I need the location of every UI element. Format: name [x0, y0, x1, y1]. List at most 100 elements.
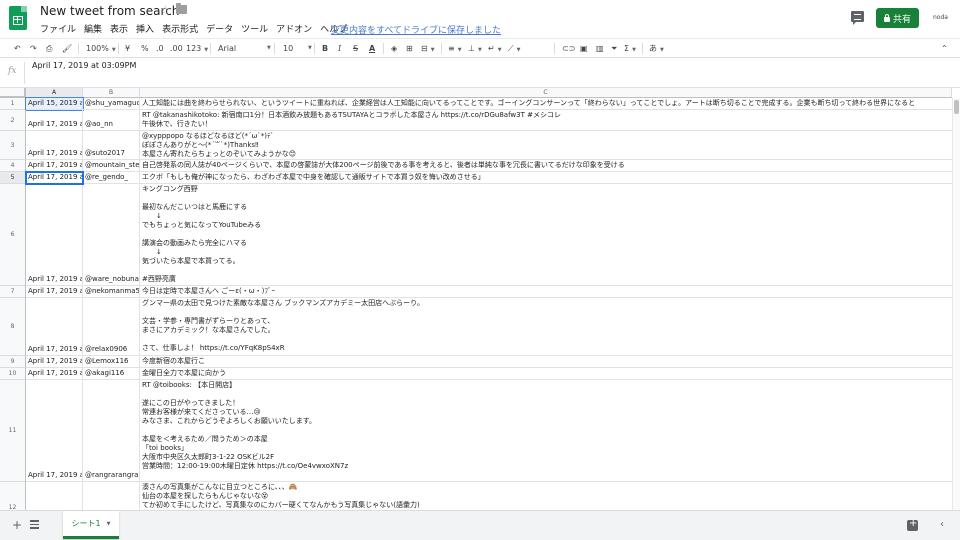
cell-tweet[interactable]: 今度新宿の本屋行こ: [140, 356, 952, 368]
cell-user[interactable]: @ao_nn: [83, 110, 140, 131]
cell-user[interactable]: @ware_nobunaga: [83, 184, 140, 286]
cell-tweet[interactable]: 自己啓発系の同人誌が40ページくらいで、本屋の啓蒙誌が大体200ページ前後である…: [140, 160, 952, 172]
cell-tweet[interactable]: 金曜日全力で本屋に向かう: [140, 368, 952, 380]
cell-date[interactable]: April 17, 2019 at: [26, 131, 83, 160]
row-header[interactable]: 1: [0, 98, 26, 110]
insert-comment-icon[interactable]: ▣: [580, 42, 588, 55]
cell-date[interactable]: April 17, 2019 at: [26, 482, 83, 510]
cell-date[interactable]: April 17, 2019 at: [26, 286, 83, 298]
folder-icon[interactable]: [176, 3, 187, 14]
vertical-align-icon[interactable]: ⊥ ▼: [468, 42, 482, 55]
cell-date[interactable]: April 17, 2019 at: [26, 184, 83, 286]
redo-icon[interactable]: ↷: [30, 42, 37, 55]
chevron-left-icon[interactable]: ‹: [940, 519, 944, 530]
collapse-toolbar-icon[interactable]: ⌃: [941, 42, 948, 55]
menu-edit[interactable]: 編集: [84, 22, 107, 35]
text-color-button[interactable]: A: [369, 42, 375, 55]
text-rotation-icon[interactable]: ⟋ ▼: [508, 42, 520, 55]
increase-decimal-button[interactable]: .00: [170, 42, 183, 55]
more-formats-select[interactable]: 123 ▼: [186, 42, 208, 55]
account-name[interactable]: noda: [933, 14, 948, 21]
input-tools-button[interactable]: あ ▼: [649, 42, 664, 55]
cell-user[interactable]: @re_gendo_: [83, 172, 140, 184]
cell-user[interactable]: @shu_yamaguchi: [83, 98, 140, 110]
bold-button[interactable]: B: [322, 42, 328, 55]
row-header[interactable]: 7: [0, 286, 26, 298]
row-header[interactable]: 5: [0, 172, 26, 184]
cell-user[interactable]: @suto2017: [83, 131, 140, 160]
insert-link-icon[interactable]: ⊂⊃: [562, 42, 575, 55]
menu-addons[interactable]: アドオン: [276, 22, 317, 35]
row-header[interactable]: 10: [0, 368, 26, 380]
strikethrough-button[interactable]: S: [353, 42, 358, 55]
cell-tweet[interactable]: グンマー県の太田で見つけた素敵な本屋さん ブックマンズアカデミー太田店へぶらーり…: [140, 298, 952, 356]
horizontal-align-icon[interactable]: ≡ ▼: [448, 42, 462, 55]
cell-user[interactable]: @Lemox116: [83, 356, 140, 368]
cell-user[interactable]: @akagi116: [83, 368, 140, 380]
currency-format-button[interactable]: ¥: [125, 42, 130, 55]
vertical-scrollbar[interactable]: [952, 98, 960, 510]
undo-icon[interactable]: ↶: [14, 42, 21, 55]
cell-user[interactable]: @relax0906: [83, 298, 140, 356]
row-header[interactable]: 11: [0, 380, 26, 482]
font-family-select[interactable]: Arial ▼: [218, 42, 271, 55]
row-header[interactable]: 8: [0, 298, 26, 356]
row-header[interactable]: 4: [0, 160, 26, 172]
all-sheets-icon[interactable]: [30, 520, 39, 529]
cell-tweet[interactable]: キングコング西野 最初なんだこいつはと馬鹿にする ↓ でもちょっと気になってYouT…: [140, 184, 952, 286]
cell-tweet[interactable]: RT @takanashikotoko: 新宿南口1分！日本酒飲み放題もあるTS…: [140, 110, 952, 131]
cell-user[interactable]: @nekomanma55: [83, 286, 140, 298]
cell-tweet[interactable]: 湊さんの写真集がこんなに目立つところに、、、🙈 仙台の本屋を探したらもんじゃないな…: [140, 482, 952, 510]
share-button[interactable]: 共有: [876, 8, 919, 28]
sheets-logo-icon[interactable]: [9, 6, 27, 30]
menu-insert[interactable]: 挿入: [136, 22, 159, 35]
filter-icon[interactable]: ⏷: [611, 42, 617, 55]
menu-data[interactable]: データ: [206, 22, 238, 35]
save-status-link[interactable]: 変更内容をすべてドライブに保存しました: [331, 23, 501, 36]
spreadsheet-grid[interactable]: A B C 1April 15, 2019 at@shu_yamaguchi人工…: [0, 88, 960, 510]
menu-tools[interactable]: ツール: [241, 22, 273, 35]
menu-view[interactable]: 表示: [110, 22, 133, 35]
sheet-tab[interactable]: シート1 ▼: [63, 511, 119, 539]
add-sheet-icon[interactable]: +: [12, 519, 22, 531]
cell-tweet[interactable]: エクボ「もしも俺が神になったら、わざわざ本屋で中身を確認して通販サイトで本買う奴…: [140, 172, 952, 184]
font-size-select[interactable]: 10 ▼: [283, 42, 313, 55]
functions-button[interactable]: Σ ▼: [624, 42, 636, 55]
cell-date[interactable]: April 15, 2019 at: [25, 97, 84, 111]
cell-tweet[interactable]: 人工知能には曲を終わらせられない、というツイートに重ねれば、企業経営は人工知能に…: [140, 98, 952, 110]
row-header[interactable]: 2: [0, 110, 26, 131]
cell-tweet[interactable]: 今日は定時で本屋さんへ ごーε(・ω・)ﾌﾞｰ: [140, 286, 952, 298]
cell-user[interactable]: @TOG0507: [83, 482, 140, 510]
comment-history-icon[interactable]: [851, 11, 864, 25]
cell-user[interactable]: @mountain_stell: [83, 160, 140, 172]
borders-icon[interactable]: ⊞: [406, 42, 413, 55]
cell-tweet[interactable]: @xypppopo なるほどなるほど(*´ω`*)ﾃﾞ ぽぽさんありがと〜(*´꒳…: [140, 131, 952, 160]
print-icon[interactable]: ⎙: [46, 42, 52, 55]
cell-date[interactable]: April 17, 2019 at: [26, 110, 83, 131]
paint-format-icon[interactable]: 🖌: [62, 42, 72, 55]
cell-user[interactable]: @rangrarangra: [83, 380, 140, 482]
cell-tweet[interactable]: RT @toibooks: 【本日開店】 遂にこの日がやってきました！ 常連お客様が…: [140, 380, 952, 482]
menu-format[interactable]: 表示形式: [162, 22, 203, 35]
row-header[interactable]: 12: [0, 482, 26, 510]
cell-date[interactable]: April 17, 2019 at: [26, 160, 83, 172]
column-header-a[interactable]: A: [26, 88, 83, 98]
cell-date[interactable]: April 17, 2019 at: [26, 356, 83, 368]
cell-date[interactable]: April 17, 2019 at: [26, 368, 83, 380]
document-title[interactable]: New tweet from search: [40, 4, 179, 18]
star-icon[interactable]: ☆: [160, 3, 171, 17]
italic-button[interactable]: I: [338, 42, 341, 55]
formula-input[interactable]: April 17, 2019 at 03:09PM: [32, 61, 136, 70]
row-header[interactable]: 9: [0, 356, 26, 368]
column-header-b[interactable]: B: [83, 88, 140, 98]
insert-chart-icon[interactable]: ▥: [596, 42, 604, 55]
select-all-corner[interactable]: [0, 88, 26, 98]
percent-format-button[interactable]: %: [141, 42, 149, 55]
row-header[interactable]: 6: [0, 184, 26, 286]
merge-cells-icon[interactable]: ⊟ ▼: [421, 42, 435, 55]
cell-date[interactable]: April 17, 2019 at: [26, 380, 83, 482]
zoom-select[interactable]: 100% ▼: [86, 42, 116, 55]
cell-date[interactable]: April 17, 2019 at: [26, 298, 83, 356]
row-header[interactable]: 3: [0, 131, 26, 160]
menu-file[interactable]: ファイル: [40, 22, 81, 35]
